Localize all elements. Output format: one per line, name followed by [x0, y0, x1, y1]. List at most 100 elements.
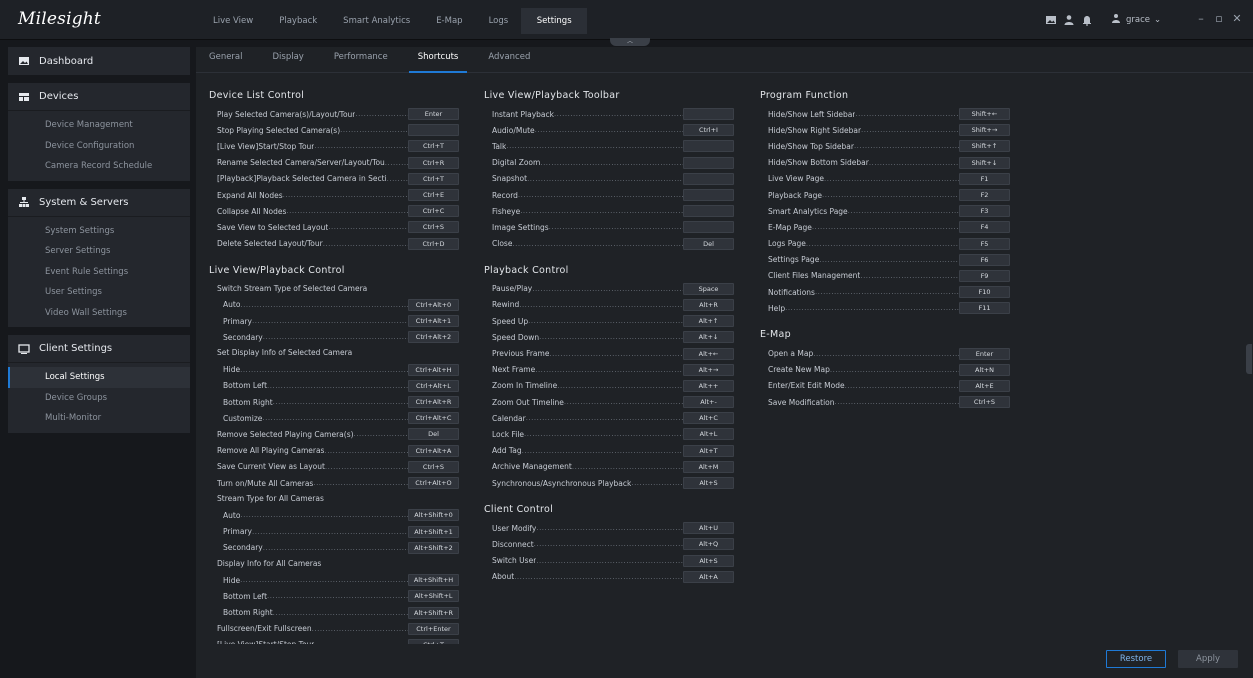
shortcut-key-field[interactable]: Alt+Shift+R — [408, 606, 459, 619]
shortcut-key-field[interactable]: Alt+S — [683, 554, 734, 567]
nav-tab-emap[interactable]: E-Map — [423, 8, 475, 34]
shortcut-key-field[interactable]: Alt+Shift+1 — [408, 525, 459, 538]
restore-window-icon[interactable]: ▫ — [1210, 12, 1228, 25]
sidebar-item-client-settings[interactable]: Client Settings — [8, 335, 190, 363]
shortcut-key-field[interactable]: Space — [683, 282, 734, 295]
shortcut-key-field[interactable]: F6 — [959, 253, 1010, 266]
nav-tab-settings[interactable]: Settings — [521, 8, 588, 34]
shortcut-key-field[interactable]: Alt+L — [683, 428, 734, 441]
sidebar-item-dashboard[interactable]: Dashboard — [8, 47, 190, 75]
shortcut-key-field[interactable]: Alt+A — [683, 570, 734, 583]
tab-shortcuts[interactable]: Shortcuts — [408, 47, 468, 73]
shortcut-key-field[interactable]: Alt+S — [683, 477, 734, 490]
shortcut-key-field[interactable]: Ctrl+Alt+H — [408, 363, 459, 376]
shortcut-key-field[interactable] — [683, 108, 734, 121]
shortcut-key-field[interactable]: F5 — [959, 237, 1010, 250]
shortcut-key-field[interactable]: Alt+↑ — [683, 315, 734, 328]
sidebar-item-video-wall-settings[interactable]: Video Wall Settings — [8, 303, 190, 324]
sidebar-item-device-configuration[interactable]: Device Configuration — [8, 136, 190, 157]
user-menu[interactable]: grace ⌄ — [1111, 13, 1161, 26]
shortcut-key-field[interactable] — [683, 205, 734, 218]
shortcut-key-field[interactable]: Shift+↓ — [959, 156, 1010, 169]
shortcut-key-field[interactable]: Alt+U — [683, 522, 734, 535]
tab-performance[interactable]: Performance — [325, 47, 397, 73]
shortcut-key-field[interactable]: Ctrl+E — [408, 189, 459, 202]
sidebar-item-device-management[interactable]: Device Management — [8, 115, 190, 136]
shortcut-key-field[interactable]: Ctrl+Enter — [408, 622, 459, 635]
tab-advanced[interactable]: Advanced — [479, 47, 539, 73]
shortcut-key-field[interactable]: Alt+Q — [683, 538, 734, 551]
shortcut-key-field[interactable]: Ctrl+S — [408, 221, 459, 234]
sidebar-item-event-rule-settings[interactable]: Event Rule Settings — [8, 262, 190, 283]
shortcut-key-field[interactable]: Enter — [959, 347, 1010, 360]
shortcut-key-field[interactable]: Ctrl+Alt+A — [408, 444, 459, 457]
shortcut-key-field[interactable]: Alt+- — [683, 396, 734, 409]
sidebar-item-server-settings[interactable]: Server Settings — [8, 241, 190, 262]
shortcut-key-field[interactable]: Del — [683, 237, 734, 250]
bell-icon[interactable] — [1081, 14, 1093, 26]
shortcut-key-field[interactable]: Ctrl+Alt+O — [408, 477, 459, 490]
sidebar-item-device-groups[interactable]: Device Groups — [8, 388, 190, 409]
shortcut-key-field[interactable]: Alt+Shift+H — [408, 574, 459, 587]
shortcut-key-field[interactable]: Alt+← — [683, 347, 734, 360]
shortcut-key-field[interactable]: Enter — [408, 108, 459, 121]
shortcut-key-field[interactable]: Alt+N — [959, 363, 1010, 376]
sidebar-item-system-servers[interactable]: System & Servers — [8, 189, 190, 217]
shortcut-key-field[interactable]: Alt+→ — [683, 363, 734, 376]
image-icon[interactable] — [1045, 14, 1057, 26]
right-panel-handle[interactable] — [1246, 344, 1252, 374]
user-admin-icon[interactable] — [1063, 14, 1075, 26]
shortcut-key-field[interactable]: Ctrl+Alt+2 — [408, 331, 459, 344]
nav-tab-playback[interactable]: Playback — [266, 8, 330, 34]
shortcut-key-field[interactable]: Ctrl+Alt+L — [408, 379, 459, 392]
shortcut-key-field[interactable]: Alt+T — [683, 444, 734, 457]
shortcut-key-field[interactable] — [683, 156, 734, 169]
shortcut-key-field[interactable]: Ctrl+Alt+0 — [408, 298, 459, 311]
shortcut-key-field[interactable] — [683, 189, 734, 202]
nav-tab-smart-analytics[interactable]: Smart Analytics — [330, 8, 423, 34]
shortcut-key-field[interactable] — [683, 221, 734, 234]
shortcut-key-field[interactable]: Alt+↓ — [683, 331, 734, 344]
shortcut-key-field[interactable]: Alt+Shift+L — [408, 590, 459, 603]
shortcut-key-field[interactable]: Ctrl+Alt+C — [408, 412, 459, 425]
sidebar-item-local-settings[interactable]: Local Settings — [8, 367, 190, 388]
shortcut-key-field[interactable]: Shift+→ — [959, 124, 1010, 137]
shortcut-key-field[interactable]: F3 — [959, 205, 1010, 218]
shortcut-key-field[interactable]: F10 — [959, 286, 1010, 299]
shortcut-key-field[interactable]: Shift+↑ — [959, 140, 1010, 153]
shortcut-key-field[interactable]: Alt+Shift+0 — [408, 509, 459, 522]
shortcut-key-field[interactable] — [408, 124, 459, 137]
shortcut-key-field[interactable]: F9 — [959, 269, 1010, 282]
minimize-icon[interactable]: – — [1192, 12, 1210, 25]
shortcut-key-field[interactable]: Ctrl+I — [683, 124, 734, 137]
shortcut-key-field[interactable]: Alt+E — [959, 379, 1010, 392]
sidebar-item-user-settings[interactable]: User Settings — [8, 282, 190, 303]
close-icon[interactable]: ✕ — [1228, 12, 1246, 25]
shortcut-key-field[interactable]: F4 — [959, 221, 1010, 234]
shortcut-key-field[interactable]: Ctrl+Alt+1 — [408, 315, 459, 328]
apply-button[interactable]: Apply — [1178, 650, 1238, 668]
shortcut-key-field[interactable]: Ctrl+S — [408, 460, 459, 473]
shortcut-key-field[interactable]: Ctrl+T — [408, 638, 459, 644]
shortcut-key-field[interactable]: Alt+M — [683, 460, 734, 473]
shortcut-key-field[interactable]: Ctrl+D — [408, 237, 459, 250]
tab-display[interactable]: Display — [264, 47, 313, 73]
sidebar-item-camera-record-schedule[interactable]: Camera Record Schedule — [8, 156, 190, 177]
shortcut-key-field[interactable]: Ctrl+C — [408, 205, 459, 218]
collapse-top-handle[interactable]: ︿ — [610, 38, 650, 46]
shortcut-key-field[interactable]: Alt+R — [683, 298, 734, 311]
nav-tab-logs[interactable]: Logs — [476, 8, 522, 34]
sidebar-item-devices[interactable]: Devices — [8, 83, 190, 111]
shortcut-key-field[interactable]: Ctrl+R — [408, 156, 459, 169]
shortcut-key-field[interactable]: Del — [408, 428, 459, 441]
nav-tab-live-view[interactable]: Live View — [200, 8, 266, 34]
shortcut-key-field[interactable]: Alt+C — [683, 412, 734, 425]
tab-general[interactable]: General — [200, 47, 252, 73]
shortcut-key-field[interactable]: F2 — [959, 189, 1010, 202]
shortcut-key-field[interactable] — [683, 172, 734, 185]
shortcut-key-field[interactable]: Ctrl+T — [408, 140, 459, 153]
sidebar-item-system-settings[interactable]: System Settings — [8, 221, 190, 242]
shortcut-key-field[interactable]: Ctrl+S — [959, 396, 1010, 409]
shortcut-key-field[interactable]: Ctrl+T — [408, 172, 459, 185]
shortcut-key-field[interactable]: F1 — [959, 172, 1010, 185]
